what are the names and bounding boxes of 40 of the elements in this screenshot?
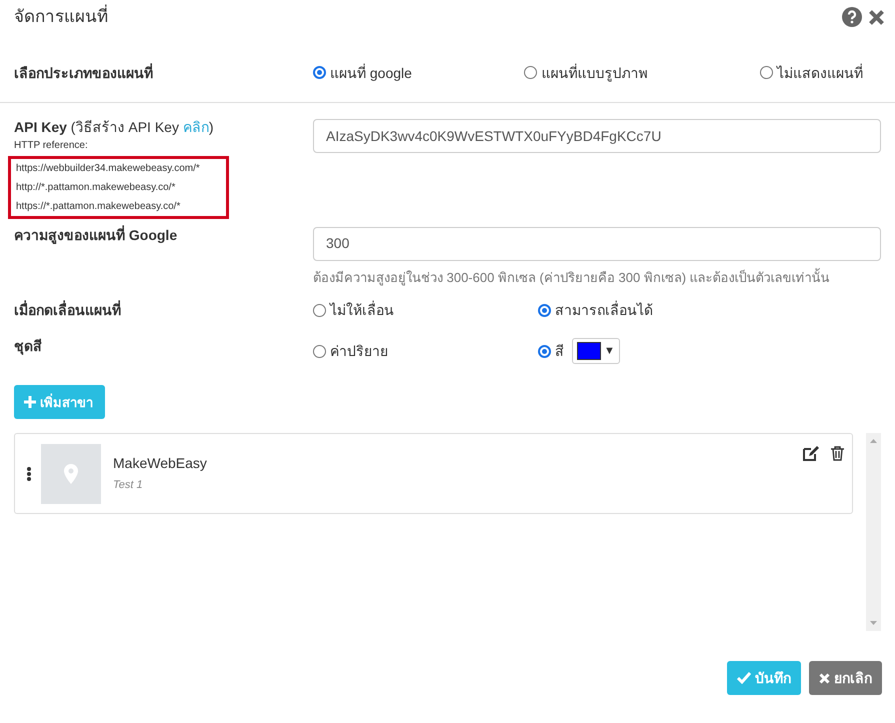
plus-icon	[24, 396, 36, 408]
field-label: เลือกประเภทของแผนที่	[14, 64, 154, 82]
radio-button[interactable]	[538, 304, 551, 318]
radio-label[interactable]: ไม่ให้เลื่อน	[330, 302, 394, 320]
radio-label[interactable]: ไม่แสดงแผนที่	[777, 64, 863, 82]
check-icon	[737, 672, 751, 684]
radio-label[interactable]: แผนที่แบบรูปภาพ	[541, 64, 648, 82]
api-key-field[interactable]: AIzaSyDK3wv4c0K9WvESTWTX0uFYyBD4FgKCc7U	[313, 119, 881, 153]
field-label: ชุดสี	[14, 338, 43, 355]
radio-button[interactable]	[313, 304, 326, 318]
height-field[interactable]: 300	[313, 226, 881, 261]
reference-label: HTTP reference:	[14, 138, 89, 153]
branch-description: Test 1	[113, 479, 144, 493]
api-key-label: API Key (วิธีสร้าง API Key คลิก)	[14, 119, 215, 136]
radio-button[interactable]	[313, 344, 326, 358]
field-label: เมื่อกดเลื่อนแผนที่	[14, 302, 122, 320]
radio-label[interactable]: สี	[555, 342, 564, 360]
radio-button[interactable]	[313, 66, 326, 80]
radio-button[interactable]	[524, 66, 538, 80]
color-picker[interactable]: ▼	[572, 338, 620, 364]
help-text: ต้องมีความสูงอยู่ในช่วง 300-600 พิกเซล (ค่าปริยายคือ 300 พิกเซล) และต้องเป็นตัวเลขเท่านั้น	[313, 270, 831, 286]
cancel-button[interactable]: ยกเลิก	[809, 661, 882, 696]
reference-url: https://*.pattamon.makewebeasy.co/*	[16, 200, 182, 214]
branch-name: MakeWebEasy	[113, 454, 208, 472]
reference-url: http://*.pattamon.makewebeasy.co/*	[16, 180, 176, 195]
radio-button[interactable]	[760, 66, 773, 80]
radio-label[interactable]: สามารถเลื่อนได้	[555, 302, 653, 320]
radio-button[interactable]	[538, 344, 551, 358]
edit-icon[interactable]	[803, 446, 819, 462]
dialog-title: จัดการแผนที่	[14, 6, 109, 28]
drag-handle-icon[interactable]	[27, 466, 31, 481]
field-label: ความสูงของแผนที่ Google	[14, 226, 178, 246]
map-pin-icon	[64, 464, 78, 484]
radio-label[interactable]: แผนที่ google	[330, 64, 412, 82]
help-icon[interactable]	[842, 7, 862, 27]
radio-label[interactable]: ค่าปริยาย	[330, 342, 388, 360]
close-icon	[819, 672, 830, 684]
trash-icon[interactable]	[831, 446, 844, 462]
close-icon[interactable]	[868, 8, 885, 26]
reference-url: https://webbuilder34.makewebeasy.com/*	[16, 162, 201, 176]
